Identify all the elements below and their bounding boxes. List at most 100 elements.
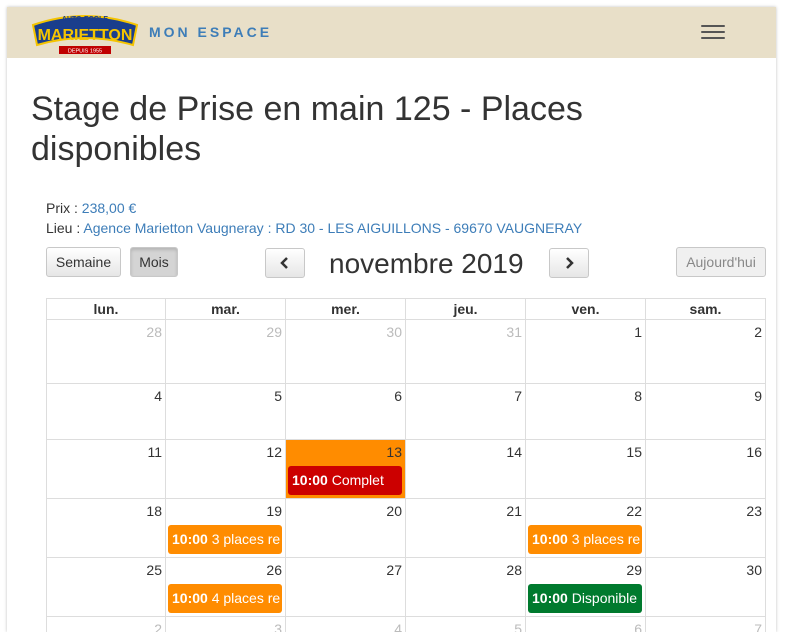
- day-cell[interactable]: 2: [46, 617, 166, 632]
- marietton-logo[interactable]: AUTO-ECOLE MARIETTON DEPUIS 1955: [29, 11, 141, 55]
- day-cell[interactable]: 13 10:00 Complet: [286, 440, 406, 499]
- session-event[interactable]: 10:00 3 places re: [168, 525, 282, 554]
- day-cell[interactable]: 11: [46, 440, 166, 499]
- day-cell[interactable]: 9: [646, 384, 766, 440]
- day-cell[interactable]: 6: [526, 617, 646, 632]
- day-number: 5: [514, 621, 522, 632]
- day-number: 31: [506, 324, 522, 340]
- day-cell[interactable]: 31: [406, 320, 526, 384]
- day-number: 28: [506, 562, 522, 578]
- weekday-header: mer.: [286, 298, 406, 320]
- session-event[interactable]: 10:00 Disponible: [528, 584, 642, 613]
- event-status: Complet: [331, 472, 384, 488]
- next-month-button[interactable]: [549, 248, 589, 278]
- day-cell[interactable]: 5: [166, 384, 286, 440]
- day-cell[interactable]: 8: [526, 384, 646, 440]
- day-cell[interactable]: 5: [406, 617, 526, 632]
- day-cell[interactable]: 15: [526, 440, 646, 499]
- day-number: 21: [506, 503, 522, 519]
- event-time: 10:00: [172, 590, 208, 606]
- weekday-header: ven.: [526, 298, 646, 320]
- calendar-week-row: 2 3 4 5 6 7: [46, 617, 766, 632]
- logo-sub-text: DEPUIS 1955: [68, 49, 102, 55]
- day-cell[interactable]: 6: [286, 384, 406, 440]
- month-calendar: lun. mar. mer. jeu. ven. sam. 28 29 30 31 1 2 4 5 6 7 8…: [46, 298, 766, 632]
- day-cell[interactable]: 19 10:00 3 places re: [166, 499, 286, 558]
- month-title: novembre 2019: [329, 248, 524, 279]
- day-number: 19: [266, 503, 282, 519]
- day-cell[interactable]: 14: [406, 440, 526, 499]
- day-cell[interactable]: 18: [46, 499, 166, 558]
- day-number: 26: [266, 562, 282, 578]
- event-time: 10:00: [532, 531, 568, 547]
- week-view-button[interactable]: Semaine: [46, 247, 121, 277]
- day-cell[interactable]: 3: [166, 617, 286, 632]
- event-time: 10:00: [172, 531, 208, 547]
- chevron-right-icon: [566, 257, 574, 269]
- day-number: 20: [386, 503, 402, 519]
- day-cell[interactable]: 27: [286, 558, 406, 617]
- today-button[interactable]: Aujourd'hui: [676, 247, 766, 277]
- day-cell[interactable]: 23: [646, 499, 766, 558]
- session-event[interactable]: 10:00 4 places re: [168, 584, 282, 613]
- day-cell[interactable]: 12: [166, 440, 286, 499]
- month-view-button[interactable]: Mois: [130, 247, 178, 277]
- calendar-week-row: 28 29 30 31 1 2: [46, 320, 766, 384]
- day-number: 30: [386, 324, 402, 340]
- day-cell[interactable]: 7: [406, 384, 526, 440]
- day-number: 12: [266, 444, 282, 460]
- location-label: Lieu :: [46, 220, 81, 236]
- brand-title[interactable]: MON ESPACE: [149, 24, 272, 40]
- event-time: 10:00: [532, 590, 568, 606]
- day-cell[interactable]: 30: [646, 558, 766, 617]
- day-cell[interactable]: 22 10:00 3 places re: [526, 499, 646, 558]
- event-status: 3 places re: [211, 531, 281, 547]
- day-number: 11: [147, 444, 162, 460]
- event-status: Disponible: [571, 590, 638, 606]
- day-number: 4: [394, 621, 402, 632]
- day-cell[interactable]: 28: [406, 558, 526, 617]
- day-cell[interactable]: 28: [46, 320, 166, 384]
- session-event[interactable]: 10:00 3 places re: [528, 525, 642, 554]
- day-cell[interactable]: 25: [46, 558, 166, 617]
- menu-icon[interactable]: [701, 25, 725, 41]
- day-cell[interactable]: 21: [406, 499, 526, 558]
- day-number: 18: [146, 503, 162, 519]
- day-number: 2: [754, 324, 762, 340]
- logo-main-text: MARIETTON: [38, 27, 133, 44]
- price-value[interactable]: 238,00 €: [82, 200, 137, 216]
- day-number: 4: [154, 388, 162, 404]
- calendar-week-row: 25 26 10:00 4 places re 27 28 29 10:00 Disponi…: [46, 558, 766, 617]
- calendar-week-row: 18 19 10:00 3 places re 20 21 22 10:00 3 place…: [46, 499, 766, 558]
- price-label: Prix :: [46, 200, 78, 216]
- weekday-header: jeu.: [406, 298, 526, 320]
- day-cell[interactable]: 30: [286, 320, 406, 384]
- location-link[interactable]: Agence Marietton Vaugneray : RD 30 - LES…: [83, 220, 582, 236]
- prev-month-button[interactable]: [265, 248, 305, 278]
- session-event[interactable]: 10:00 Complet: [288, 466, 402, 495]
- event-status: 4 places re: [211, 590, 281, 606]
- day-number: 9: [754, 388, 762, 404]
- event-status: 3 places re: [571, 531, 641, 547]
- day-number: 1: [634, 324, 642, 340]
- day-number: 13: [386, 444, 402, 460]
- day-cell[interactable]: 7: [646, 617, 766, 632]
- day-number: 6: [394, 388, 402, 404]
- day-cell[interactable]: 29 10:00 Disponible: [526, 558, 646, 617]
- day-number: 29: [266, 324, 282, 340]
- day-number: 3: [274, 621, 282, 632]
- day-cell[interactable]: 4: [286, 617, 406, 632]
- day-number: 25: [146, 562, 162, 578]
- day-number: 7: [514, 388, 522, 404]
- day-cell[interactable]: 2: [646, 320, 766, 384]
- calendar-week-row: 4 5 6 7 8 9: [46, 384, 766, 440]
- day-cell[interactable]: 29: [166, 320, 286, 384]
- day-cell[interactable]: 1: [526, 320, 646, 384]
- day-number: 29: [626, 562, 642, 578]
- day-cell[interactable]: 16: [646, 440, 766, 499]
- day-cell[interactable]: 26 10:00 4 places re: [166, 558, 286, 617]
- day-cell[interactable]: 4: [46, 384, 166, 440]
- day-cell[interactable]: 20: [286, 499, 406, 558]
- chevron-left-icon: [280, 257, 288, 269]
- day-number: 16: [746, 444, 762, 460]
